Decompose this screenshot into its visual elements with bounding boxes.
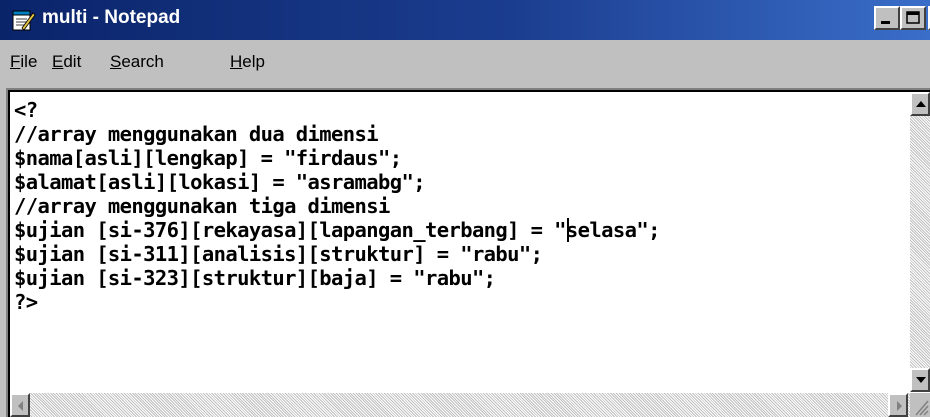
scroll-left-button[interactable] (10, 393, 30, 417)
editor-text[interactable]: <? //array menggunakan dua dimensi $nama… (14, 98, 894, 378)
scroll-right-icon (897, 401, 902, 411)
notepad-icon[interactable] (10, 8, 36, 32)
menu-help[interactable]: Help (230, 52, 265, 72)
notepad-window: multi - Notepad File Edit Search Help <?… (0, 0, 930, 417)
title-bar[interactable]: multi - Notepad (0, 0, 930, 40)
editor-frame: <? //array menggunakan dua dimensi $nama… (6, 88, 930, 417)
resize-grip-icon[interactable] (910, 393, 930, 417)
menu-edit[interactable]: Edit (52, 52, 81, 72)
minimize-icon (881, 21, 890, 24)
vertical-scrollbar[interactable] (910, 92, 930, 392)
scroll-up-icon (916, 101, 926, 107)
menu-bar: File Edit Search Help (0, 40, 930, 85)
maximize-icon (906, 11, 920, 24)
window-title: multi - Notepad (42, 7, 181, 28)
horizontal-scrollbar[interactable] (10, 393, 930, 417)
scroll-down-icon (916, 377, 926, 383)
editor-area: <? //array menggunakan dua dimensi $nama… (10, 92, 930, 417)
minimize-button[interactable] (874, 6, 900, 30)
scroll-down-button[interactable] (910, 368, 930, 392)
scroll-right-button[interactable] (888, 393, 908, 417)
maximize-button[interactable] (900, 6, 926, 30)
scroll-up-button[interactable] (910, 92, 930, 116)
menu-search[interactable]: Search (110, 52, 164, 72)
scroll-left-icon (18, 401, 23, 411)
text-caret (567, 218, 569, 242)
menu-file[interactable]: File (10, 52, 37, 72)
